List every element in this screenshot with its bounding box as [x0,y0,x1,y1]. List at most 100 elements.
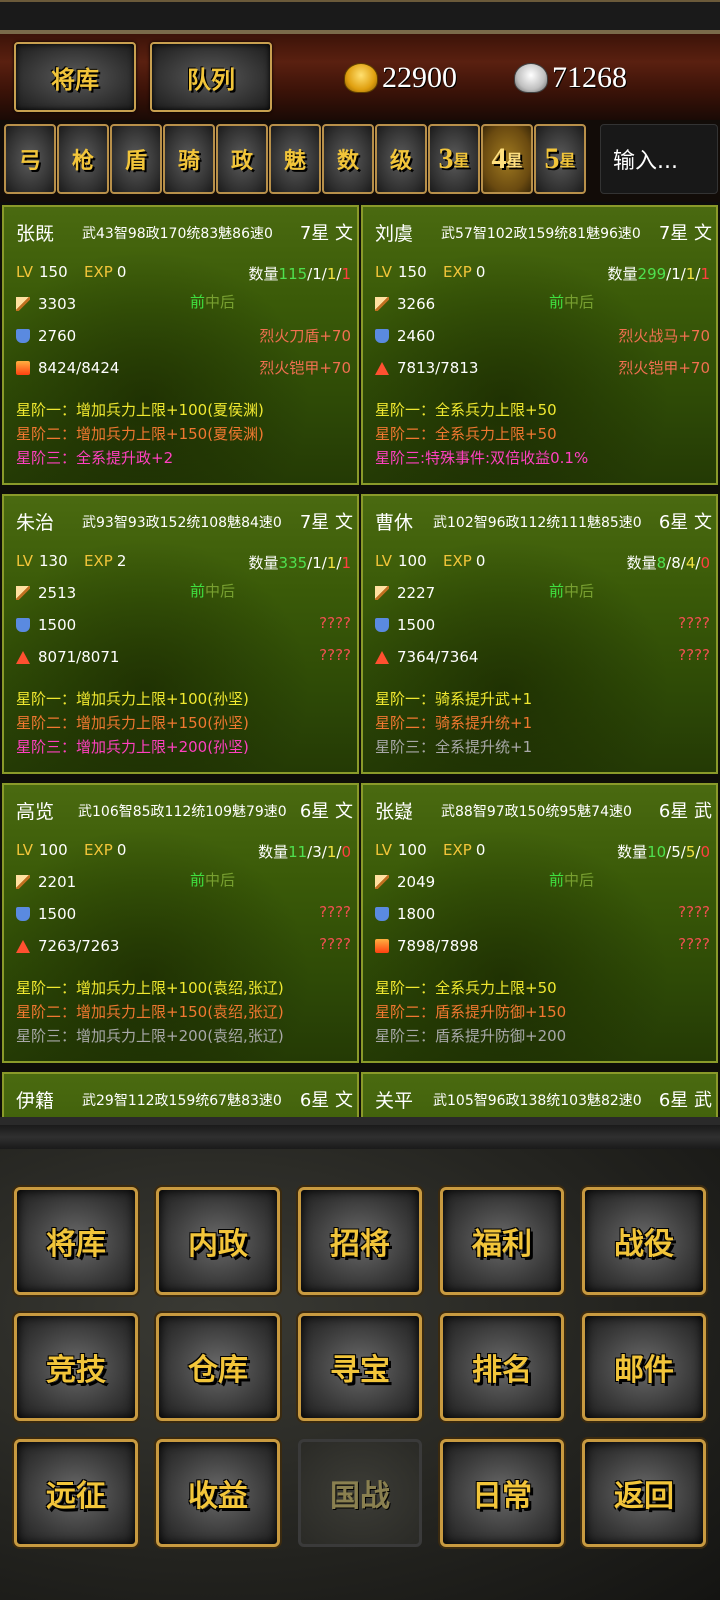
sword-icon [16,586,30,600]
defense-value: 1500 [397,616,436,634]
troops-icon [16,650,30,664]
filter-charm-button[interactable]: 魅 [269,124,321,194]
qty-d: 1 [341,265,351,283]
star-skill-1: 星阶一：全系兵力上限+50 [375,979,557,997]
filter-cavalry-button[interactable]: 骑 [163,124,215,194]
pos-front: 前 [190,293,206,311]
general-card[interactable]: 刘虞 武57智102政159统81魅96速0 7星 文 LV 150 EXP 0 数… [361,205,718,485]
sword-icon [375,297,389,311]
filter-3star-button[interactable]: 3星 [428,124,480,194]
menu-treasure-button[interactable]: 寻宝 [298,1313,422,1421]
menu-mail-button[interactable]: 邮件 [582,1313,706,1421]
armor-icon [16,907,30,921]
attack-value: 3266 [397,295,436,313]
menu-income-button[interactable]: 收益 [156,1439,280,1547]
defense-row: 1500 [16,905,76,923]
search-input[interactable]: 输入... [600,124,718,194]
defense-value: 2460 [397,327,436,345]
defense-row: 1500 [16,616,76,634]
general-name: 关平 [375,1090,414,1112]
filter-politics-button[interactable]: 政 [216,124,268,194]
pos-rest: 中后 [205,582,236,600]
filter-shield-button[interactable]: 盾 [110,124,162,194]
filter-4star-button[interactable]: 4星 [481,124,533,194]
level-row: LV 150 [375,263,427,281]
equipment-unknown-1: ???? [319,903,351,921]
qty-d: 0 [700,843,710,861]
level-row: LV 100 [375,841,427,859]
qty-label: 数量 [617,843,648,861]
lv-label: LV [375,263,392,281]
qty-c: 4 [685,554,696,572]
star-number: 3 [438,142,454,175]
general-card[interactable]: 伊籍 武29智112政159统67魅83速0 6星 文 [2,1072,359,1117]
menu-generals-button[interactable]: 将库 [14,1187,138,1295]
star-unit: 星 [453,151,470,170]
qty-c: 1 [326,843,337,861]
defense-row: 1800 [375,905,435,923]
equipment-unknown-1: ???? [678,903,710,921]
armor-icon [375,907,389,921]
menu-daily-button[interactable]: 日常 [440,1439,564,1547]
filter-level-button[interactable]: 级 [375,124,427,194]
exp-row: EXP 0 [443,552,485,570]
general-stats: 武88智97政150统95魅74速0 [441,804,632,820]
qty-d: 0 [700,554,710,572]
qty-c: 1 [685,265,696,283]
menu-nation-war-button[interactable]: 国战 [298,1439,422,1547]
general-card[interactable]: 高览 武106智85政112统109魅79速0 6星 文 LV 100 EXP 0 … [2,783,359,1063]
attack-value: 3303 [38,295,77,313]
qty-c: 5 [685,843,696,861]
general-list[interactable]: 张既 武43智98政170统83魅86速0 7星 文 LV 150 EXP 0 数量… [0,205,720,1117]
menu-domestic-button[interactable]: 内政 [156,1187,280,1295]
menu-back-button[interactable]: 返回 [582,1439,706,1547]
sword-icon [375,875,389,889]
defense-value: 1500 [38,905,77,923]
menu-welfare-button[interactable]: 福利 [440,1187,564,1295]
qty-a: 115 [278,265,308,283]
menu-expedition-button[interactable]: 远征 [14,1439,138,1547]
filter-5star-button[interactable]: 5星 [534,124,586,194]
general-stats: 武57智102政159统81魅96速0 [441,226,641,242]
filter-spear-button[interactable]: 枪 [57,124,109,194]
general-card[interactable]: 朱治 武93智93政152统108魅84速0 7星 文 LV 130 EXP 2 数… [2,494,359,774]
general-card[interactable]: 曹休 武102智96政112统111魅85速0 6星 文 LV 100 EXP 0 … [361,494,718,774]
hp-value: 7813/7813 [397,359,479,377]
star-skill-2: 星阶二：增加兵力上限+150(夏侯渊) [16,425,264,443]
hp-row: 7364/7364 [375,648,478,666]
general-name: 刘虞 [375,223,414,245]
general-rank: 7星 文 [658,223,712,244]
general-card[interactable]: 张嶷 武88智97政150统95魅74速0 6星 武 LV 100 EXP 0 数量… [361,783,718,1063]
general-name: 高览 [16,801,55,823]
attack-row: 2201 [16,873,76,891]
sword-icon [16,297,30,311]
menu-arena-button[interactable]: 竞技 [14,1313,138,1421]
general-stats: 武105智96政138统103魅82速0 [433,1093,642,1109]
star-skill-1: 星阶一：增加兵力上限+100(袁绍,张辽) [16,979,284,997]
level-row: LV 150 [16,263,68,281]
lv-label: LV [16,263,33,281]
lv-label: LV [16,841,33,859]
general-name: 张嶷 [375,801,414,823]
general-stats: 武93智93政152统108魅84速0 [82,515,282,531]
filter-count-button[interactable]: 数 [322,124,374,194]
star-unit: 星 [559,151,576,170]
filter-bow-button[interactable]: 弓 [4,124,56,194]
qty-label: 数量 [607,265,638,283]
menu-ranking-button[interactable]: 排名 [440,1313,564,1421]
attack-row: 3303 [16,295,76,313]
defense-value: 2760 [38,327,77,345]
menu-warehouse-button[interactable]: 仓库 [156,1313,280,1421]
general-card[interactable]: 关平 武105智96政138统103魅82速0 6星 武 [361,1072,718,1117]
general-card[interactable]: 张既 武43智98政170统83魅86速0 7星 文 LV 150 EXP 0 数量… [2,205,359,485]
equipment-2: 烈火铠甲+70 [618,359,710,377]
general-rank: 6星 武 [658,1090,712,1111]
menu-campaign-button[interactable]: 战役 [582,1187,706,1295]
silver-amount: 71268 [552,61,627,94]
tab-generals-button[interactable]: 将库 [14,42,136,112]
menu-recruit-button[interactable]: 招将 [298,1187,422,1295]
general-rank: 7星 文 [299,223,353,244]
tab-formation-button[interactable]: 队列 [150,42,272,112]
silver-ingot-icon [514,63,548,93]
general-rank: 6星 文 [658,512,712,533]
